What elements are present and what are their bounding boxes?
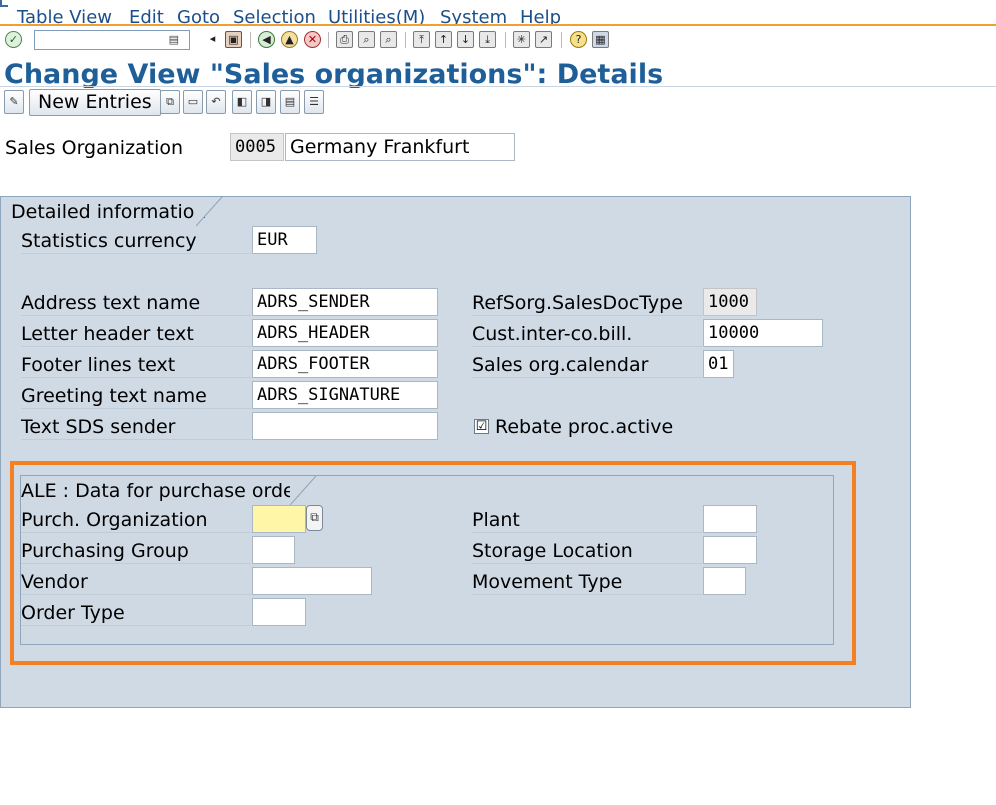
toolbar-separator bbox=[328, 32, 329, 48]
copy-as-icon[interactable]: ⧉ bbox=[160, 90, 180, 114]
sales-org-calendar-field[interactable]: 01 bbox=[703, 350, 734, 378]
select-all-icon[interactable]: ▤ bbox=[280, 90, 300, 114]
standard-toolbar: ✓ ▤ ◂ ▣ ◀ ▲ ✕ ⎙ ⌕ ⌕ ⤒ ↑ ↓ ⤓ ✳ ↗ ? ▦ bbox=[0, 28, 996, 52]
rebate-checkbox[interactable]: ☑ bbox=[474, 419, 489, 434]
address-text-label: Address text name bbox=[21, 292, 251, 316]
application-toolbar: ✎ New Entries ⧉ ▭ ↶ ◧ ◨ ▤ ☰ bbox=[0, 88, 996, 118]
detailed-information-title: Detailed information bbox=[1, 199, 206, 226]
help-icon[interactable]: ? bbox=[570, 31, 587, 48]
letter-header-field[interactable]: ADRS_HEADER bbox=[252, 319, 438, 347]
save-icon[interactable]: ▣ bbox=[225, 31, 242, 48]
menu-help[interactable]: Help bbox=[520, 7, 561, 24]
highlight-box bbox=[10, 461, 856, 665]
previous-page-icon[interactable]: ↑ bbox=[435, 31, 452, 48]
sales-org-name-field: Germany Frankfurt bbox=[285, 133, 515, 161]
menu-utilities[interactable]: Utilities(M) bbox=[328, 7, 425, 24]
display-change-icon[interactable]: ✎ bbox=[4, 90, 24, 114]
find-next-icon[interactable]: ⌕ bbox=[380, 31, 397, 48]
find-icon[interactable]: ⌕ bbox=[358, 31, 375, 48]
print-icon[interactable]: ⎙ bbox=[336, 31, 353, 48]
back-icon[interactable]: ◀ bbox=[258, 31, 275, 48]
undo-change-icon[interactable]: ↶ bbox=[206, 90, 226, 114]
refsorg-label: RefSorg.SalesDocType bbox=[472, 292, 702, 316]
next-page-icon[interactable]: ↓ bbox=[457, 31, 474, 48]
title-divider bbox=[0, 86, 996, 87]
menu-bar: Table View Edit Goto Selection Utilities… bbox=[0, 0, 996, 26]
toolbar-separator bbox=[561, 32, 562, 48]
statistics-currency-field[interactable]: EUR bbox=[252, 226, 317, 254]
layout-icon[interactable]: ▦ bbox=[592, 31, 609, 48]
text-sds-sender-field[interactable] bbox=[252, 412, 438, 440]
create-session-icon[interactable]: ✳ bbox=[513, 31, 530, 48]
menu-system[interactable]: System bbox=[440, 7, 507, 24]
last-page-icon[interactable]: ⤓ bbox=[479, 31, 496, 48]
letter-header-label: Letter header text bbox=[21, 323, 251, 347]
statistics-currency-label: Statistics currency bbox=[21, 230, 251, 254]
footer-lines-field[interactable]: ADRS_FOOTER bbox=[252, 350, 438, 378]
page-title: Change View "Sales organizations": Detai… bbox=[4, 59, 664, 89]
toolbar-separator bbox=[505, 32, 506, 48]
greeting-text-label: Greeting text name bbox=[21, 385, 251, 409]
menu-table-view[interactable]: Table View bbox=[17, 7, 112, 24]
new-entries-button[interactable]: New Entries bbox=[29, 89, 161, 116]
previous-entry-icon[interactable]: ◧ bbox=[232, 90, 252, 114]
menu-selection[interactable]: Selection bbox=[233, 7, 316, 24]
sales-org-calendar-label: Sales org.calendar bbox=[472, 354, 702, 378]
command-expand-icon[interactable]: ◂ bbox=[204, 31, 221, 48]
shortcut-icon[interactable]: ↗ bbox=[535, 31, 552, 48]
footer-lines-label: Footer lines text bbox=[21, 354, 251, 378]
command-field[interactable]: ▤ bbox=[34, 30, 190, 50]
cancel-icon[interactable]: ✕ bbox=[304, 31, 321, 48]
system-corner-icon bbox=[0, 0, 8, 7]
text-sds-sender-label: Text SDS sender bbox=[21, 416, 251, 440]
menu-edit[interactable]: Edit bbox=[129, 7, 164, 24]
greeting-text-field[interactable]: ADRS_SIGNATURE bbox=[252, 381, 438, 409]
address-text-field[interactable]: ADRS_SENDER bbox=[252, 288, 438, 316]
rebate-label: Rebate proc.active bbox=[495, 416, 674, 438]
toolbar-separator bbox=[405, 32, 406, 48]
cust-interco-label: Cust.inter-co.bill. bbox=[472, 323, 702, 347]
deselect-all-icon[interactable]: ☰ bbox=[304, 90, 324, 114]
delete-icon[interactable]: ▭ bbox=[183, 90, 203, 114]
command-history-icon[interactable]: ▤ bbox=[169, 33, 179, 46]
first-page-icon[interactable]: ⤒ bbox=[413, 31, 430, 48]
refsorg-field: 1000 bbox=[703, 288, 757, 316]
next-entry-icon[interactable]: ◨ bbox=[256, 90, 276, 114]
group-tab-corner bbox=[196, 196, 223, 227]
cust-interco-field[interactable]: 10000 bbox=[703, 319, 823, 347]
enter-icon[interactable]: ✓ bbox=[5, 31, 22, 48]
sales-org-label: Sales Organization bbox=[5, 137, 184, 159]
exit-icon[interactable]: ▲ bbox=[281, 31, 298, 48]
sales-org-code-field: 0005 bbox=[230, 133, 284, 161]
menu-goto[interactable]: Goto bbox=[177, 7, 220, 24]
toolbar-separator bbox=[250, 32, 251, 48]
